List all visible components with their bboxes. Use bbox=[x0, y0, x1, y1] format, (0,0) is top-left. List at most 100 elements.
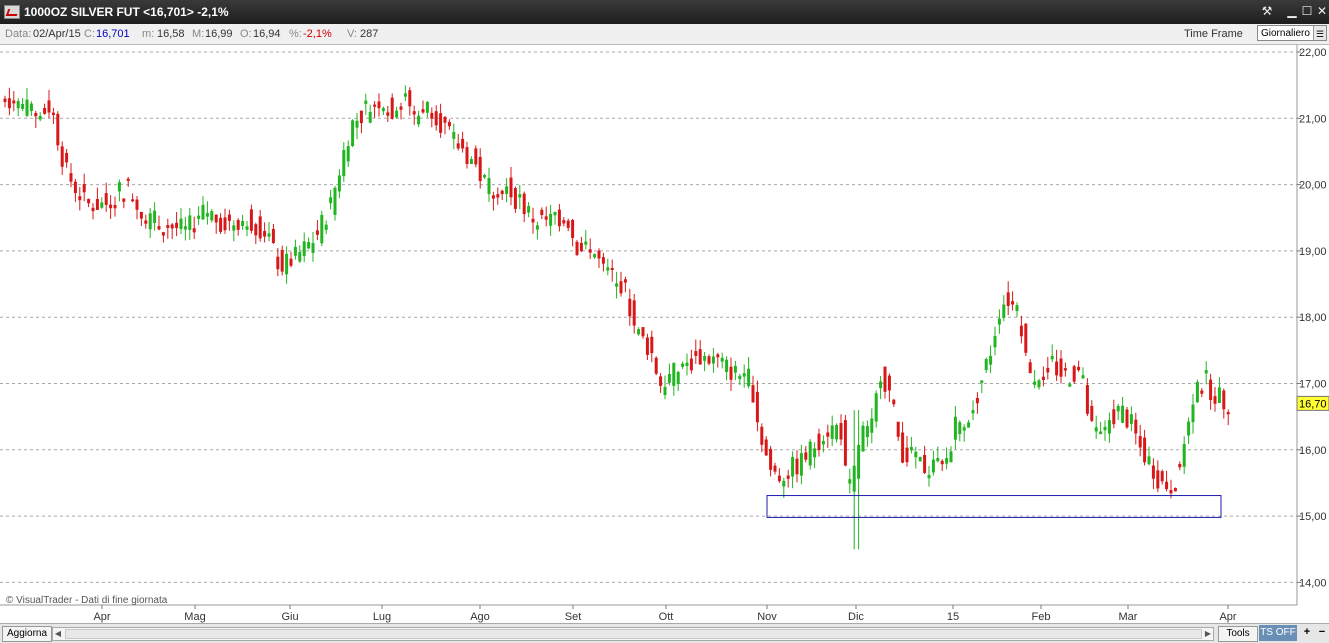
candle-body bbox=[729, 366, 733, 380]
candle-down bbox=[56, 111, 60, 151]
candle-body bbox=[980, 380, 984, 383]
timeframe-select[interactable]: Giornaliero ☰ bbox=[1257, 25, 1327, 41]
candle-body bbox=[170, 224, 174, 229]
candle-up bbox=[351, 119, 355, 148]
zoom-in-button[interactable]: + bbox=[1301, 626, 1313, 640]
candle-body bbox=[681, 363, 685, 367]
candle-body bbox=[711, 356, 715, 364]
window-titlebar: 1000OZ SILVER FUT <16,701> -2,1% ⚒ ▁ ☐ ✕ bbox=[0, 0, 1329, 24]
candle-body bbox=[1151, 465, 1155, 479]
candle-body bbox=[205, 213, 209, 217]
candle-body bbox=[381, 108, 385, 112]
candle-body bbox=[1173, 487, 1177, 492]
candle-body bbox=[773, 465, 777, 472]
candle-body bbox=[227, 214, 231, 221]
x-tick-label: 15 bbox=[947, 611, 959, 623]
candle-body bbox=[1107, 420, 1111, 434]
candle-body bbox=[672, 363, 676, 386]
candle-body bbox=[1033, 381, 1037, 385]
candle-body bbox=[557, 209, 561, 227]
candle-up bbox=[861, 421, 865, 452]
candle-body bbox=[1046, 368, 1050, 373]
candle-body bbox=[751, 385, 755, 403]
candle-body bbox=[769, 448, 773, 470]
candle-body bbox=[113, 204, 117, 209]
candle-body bbox=[390, 97, 394, 119]
candle-body bbox=[1182, 443, 1186, 467]
pct-value: -2,1% bbox=[303, 28, 332, 40]
candle-body bbox=[183, 226, 187, 230]
candle-body bbox=[1063, 368, 1067, 371]
candle-body bbox=[104, 193, 108, 205]
scroll-thumb[interactable] bbox=[65, 629, 1202, 639]
tools-button[interactable]: Tools bbox=[1218, 626, 1258, 642]
max-label: M: bbox=[192, 28, 205, 40]
candle-body bbox=[1200, 390, 1204, 394]
candle-body bbox=[478, 156, 482, 182]
scroll-right-icon[interactable]: ▶ bbox=[1203, 628, 1213, 640]
candle-body bbox=[513, 188, 517, 209]
candle-body bbox=[342, 149, 346, 177]
candle-body bbox=[975, 397, 979, 404]
candle-body bbox=[223, 217, 227, 231]
candle-body bbox=[364, 100, 368, 104]
candle-body bbox=[808, 441, 812, 466]
candle-body bbox=[945, 457, 949, 464]
min-value: 16,58 bbox=[157, 28, 185, 40]
candle-body bbox=[280, 249, 284, 272]
tools-icon[interactable]: ⚒ bbox=[1259, 4, 1275, 19]
candle-body bbox=[544, 216, 548, 220]
update-button[interactable]: Aggiorna bbox=[2, 626, 53, 642]
candle-body bbox=[1204, 370, 1208, 374]
candle-body bbox=[1187, 421, 1191, 436]
minimize-icon[interactable]: ▁ bbox=[1284, 4, 1300, 19]
candle-down bbox=[843, 414, 847, 467]
candle-body bbox=[82, 184, 86, 193]
candle-body bbox=[249, 209, 253, 231]
candle-body bbox=[953, 416, 957, 440]
candle-body bbox=[667, 374, 671, 383]
candle-body bbox=[1024, 323, 1028, 353]
candle-body bbox=[302, 241, 306, 256]
candle-body bbox=[1068, 384, 1072, 387]
candle-body bbox=[786, 475, 790, 479]
candle-body bbox=[289, 258, 293, 266]
scroll-left-icon[interactable]: ◀ bbox=[53, 628, 63, 640]
candle-body bbox=[1072, 366, 1076, 382]
candle-body bbox=[720, 357, 724, 362]
candle-body bbox=[491, 195, 495, 199]
candle-body bbox=[879, 381, 883, 389]
x-tick-label: Mag bbox=[184, 611, 205, 623]
candle-body bbox=[522, 193, 526, 215]
candle-body bbox=[747, 368, 751, 387]
y-tick-label: 17,00 bbox=[1299, 379, 1327, 391]
close-icon[interactable]: ✕ bbox=[1314, 4, 1329, 19]
ts-off-button[interactable]: TS OFF bbox=[1259, 625, 1297, 641]
candle-body bbox=[1147, 456, 1151, 465]
candle-body bbox=[923, 454, 927, 473]
zoom-out-button[interactable]: − bbox=[1316, 626, 1328, 640]
candle-body bbox=[1041, 376, 1045, 381]
close-value: 16,701 bbox=[96, 28, 130, 40]
y-tick-label: 20,00 bbox=[1299, 180, 1327, 192]
candle-body bbox=[549, 213, 553, 226]
candle-body bbox=[927, 474, 931, 479]
candle-body bbox=[650, 336, 654, 354]
candle-body bbox=[333, 187, 337, 215]
horizontal-scrollbar[interactable]: ◀ ▶ bbox=[52, 627, 1214, 641]
candle-body bbox=[1019, 325, 1023, 337]
price-chart[interactable]: 22,00 21,00 20,00 19,00 18,00 17,00 16,00 15,00… bbox=[0, 45, 1329, 623]
watermark: © VisualTrader - Dati di fine giornata bbox=[6, 595, 168, 606]
candle-body bbox=[799, 453, 803, 476]
candle-body bbox=[461, 138, 465, 149]
candle-body bbox=[918, 456, 922, 462]
candle-body bbox=[619, 281, 623, 294]
candle-body bbox=[905, 447, 909, 463]
candle-body bbox=[848, 479, 852, 484]
candle-body bbox=[615, 283, 619, 287]
candle-body bbox=[232, 225, 236, 231]
candle-body bbox=[733, 365, 737, 373]
candle-body bbox=[584, 241, 588, 245]
candle-body bbox=[307, 242, 311, 249]
maximize-icon[interactable]: ☐ bbox=[1299, 4, 1315, 19]
